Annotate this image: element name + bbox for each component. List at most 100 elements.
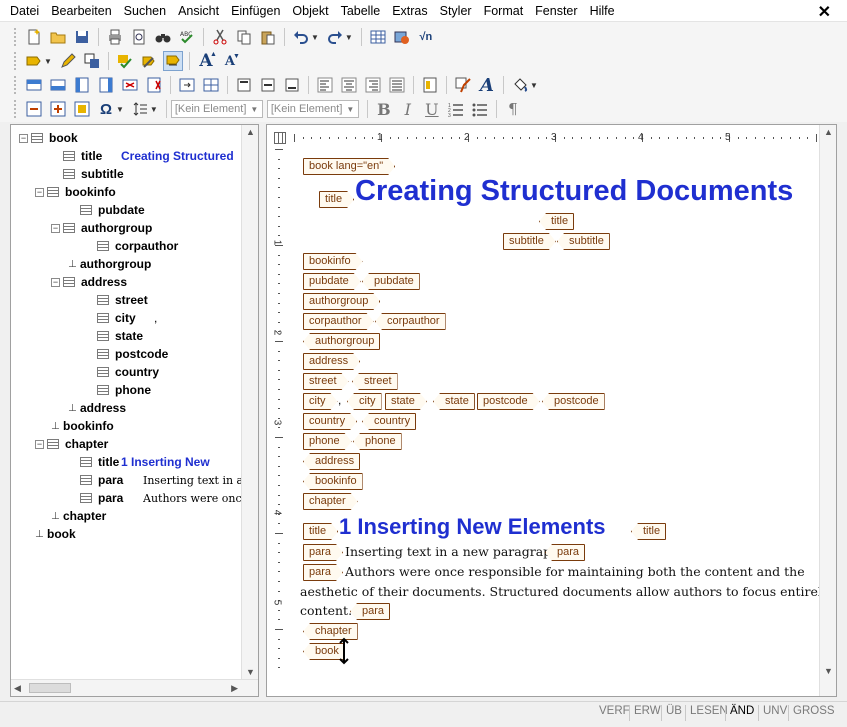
open-folder-icon[interactable] (48, 27, 68, 47)
document-vertical-scrollbar[interactable]: ▲ ▼ (819, 125, 836, 696)
tag-bookinfo-close[interactable]: bookinfo (303, 473, 363, 490)
insert-row-above-icon[interactable] (24, 75, 44, 95)
tag-chapter-title-open[interactable]: title (303, 523, 338, 540)
ruler-origin-icon[interactable] (274, 132, 286, 144)
fill-color-icon[interactable] (510, 75, 530, 95)
chapter-title[interactable]: 1 Inserting New Elements (339, 514, 606, 540)
paragraph-text[interactable]: aesthetic of their documents. Structured… (300, 584, 836, 599)
line-spacing-icon[interactable] (130, 99, 150, 119)
tag-para-open[interactable]: para (303, 544, 343, 561)
redo-dropdown-icon[interactable]: ▼ (345, 33, 353, 42)
spellcheck-icon[interactable]: ABC (177, 27, 197, 47)
tree-node-authorgroup[interactable]: ⊥ authorgroup (68, 255, 241, 273)
tag-title-open[interactable]: title (319, 191, 354, 208)
font-shrink-icon[interactable]: A ▼ (220, 51, 240, 71)
tag-chapter-close[interactable]: chapter (303, 623, 358, 640)
merge-cells-icon[interactable] (177, 75, 197, 95)
find-binoculars-icon[interactable] (153, 27, 173, 47)
tree-scroll-thumb[interactable] (29, 683, 71, 693)
show-formatting-button[interactable]: ¶ (503, 100, 523, 118)
save-icon[interactable] (72, 27, 92, 47)
tree-node-para[interactable]: para Authors were once (68, 489, 243, 507)
insert-row-below-icon[interactable] (48, 75, 68, 95)
collapse-node-icon[interactable]: − (51, 223, 60, 233)
collapse-node-icon[interactable]: − (51, 277, 60, 287)
split-element-icon[interactable] (82, 51, 102, 71)
tree-vertical-scrollbar[interactable]: ▲ ▼ (241, 125, 258, 679)
special-character-icon[interactable]: Ω (96, 99, 116, 119)
toolbar-grip[interactable] (14, 52, 18, 70)
document-editor-panel[interactable]: 1 2 3 4 5 1 2 3 4 5 book lang="en" title Creatin… (266, 124, 837, 697)
toolbar-grip[interactable] (14, 100, 18, 118)
align-center-icon[interactable] (339, 75, 359, 95)
delete-column-icon[interactable] (144, 75, 164, 95)
delete-row-icon[interactable] (120, 75, 140, 95)
tree-node-authorgroup[interactable]: − authorgroup (51, 219, 241, 237)
tag-street-close[interactable]: street (352, 373, 398, 390)
insert-element-icon[interactable] (24, 51, 44, 71)
tree-node-state[interactable]: state (85, 327, 241, 345)
paste-icon[interactable] (258, 27, 278, 47)
fill-color-dropdown-icon[interactable]: ▼ (530, 81, 538, 90)
cut-icon[interactable] (210, 27, 230, 47)
menu-tabelle[interactable]: Tabelle (335, 0, 387, 22)
tag-subtitle-open[interactable]: subtitle (503, 233, 556, 250)
paragraph-text[interactable]: Authors were once responsible for mainta… (345, 564, 805, 579)
tag-corpauthor-open[interactable]: corpauthor (303, 313, 374, 330)
character-style-icon[interactable]: A (477, 75, 497, 96)
tag-corpauthor-close[interactable]: corpauthor (375, 313, 446, 330)
tree-node-country[interactable]: country (85, 363, 241, 381)
tag-para-close[interactable]: para (545, 544, 586, 561)
menu-format[interactable]: Format (478, 0, 530, 22)
document-title[interactable]: Creating Structured Documents (355, 175, 793, 208)
tree-node-address[interactable]: − address (51, 273, 241, 291)
bulleted-list-icon[interactable] (470, 99, 490, 119)
tag-address-open[interactable]: address (303, 353, 360, 370)
tag-pubdate-close[interactable]: pubdate (362, 273, 420, 290)
insert-column-left-icon[interactable] (72, 75, 92, 95)
collapse-node-icon[interactable]: − (19, 133, 28, 143)
tag-authorgroup-close[interactable]: authorgroup (303, 333, 381, 350)
menu-extras[interactable]: Extras (386, 0, 433, 22)
tag-pubdate-open[interactable]: pubdate (303, 273, 361, 290)
tag-state-open[interactable]: state (385, 393, 427, 410)
tree-node-address[interactable]: ⊥ address (68, 399, 241, 417)
new-document-icon[interactable] (24, 27, 44, 47)
validate-icon[interactable] (115, 51, 135, 71)
close-window-icon[interactable]: ✕ (818, 2, 831, 22)
tree-node-corpauthor[interactable]: corpauthor (85, 237, 241, 255)
tree-horizontal-scrollbar[interactable]: ◀ ▶ (11, 679, 258, 696)
tag-chapter-open[interactable]: chapter (303, 493, 358, 510)
menu-datei[interactable]: Datei (0, 0, 45, 22)
show-tags-icon[interactable] (162, 51, 183, 71)
line-spacing-dropdown-icon[interactable]: ▼ (150, 105, 158, 114)
redo-icon[interactable] (325, 27, 345, 47)
insert-element-dropdown-icon[interactable]: ▼ (44, 57, 52, 66)
table-icon[interactable] (368, 27, 388, 47)
tag-country-open[interactable]: country (303, 413, 357, 430)
scroll-up-icon[interactable]: ▲ (246, 127, 255, 137)
tree-node-title[interactable]: title Creating Structured (51, 147, 241, 165)
tag-title-close[interactable]: title (539, 213, 575, 230)
math-formula-icon[interactable]: √n (416, 27, 436, 47)
tree-node-book[interactable]: ⊥ book (35, 525, 241, 543)
tree-node-pubdate[interactable]: pubdate (68, 201, 241, 219)
collapse-element-icon[interactable] (24, 99, 44, 119)
paragraph-text[interactable]: content. (300, 603, 352, 618)
tree-node-bookinfo[interactable]: ⊥ bookinfo (51, 417, 241, 435)
valign-top-icon[interactable] (234, 75, 254, 95)
tree-node-street[interactable]: street (85, 291, 241, 309)
scroll-down-icon[interactable]: ▼ (824, 666, 833, 676)
tag-chapter-title-close[interactable]: title (631, 523, 667, 540)
tree-node-city[interactable]: city, (85, 309, 241, 327)
scroll-left-icon[interactable]: ◀ (14, 683, 21, 694)
menu-objekt[interactable]: Objekt (286, 0, 334, 22)
tree-node-postcode[interactable]: postcode (85, 345, 241, 363)
paragraph-text[interactable]: Inserting text in a new paragraph. (345, 544, 563, 559)
font-grow-icon[interactable]: A ▲ (196, 51, 217, 71)
insert-column-right-icon[interactable] (96, 75, 116, 95)
bold-button[interactable]: B (374, 100, 394, 119)
tag-postcode-close[interactable]: postcode (542, 393, 605, 410)
special-character-dropdown-icon[interactable]: ▼ (116, 105, 124, 114)
tag-country-close[interactable]: country (362, 413, 417, 430)
